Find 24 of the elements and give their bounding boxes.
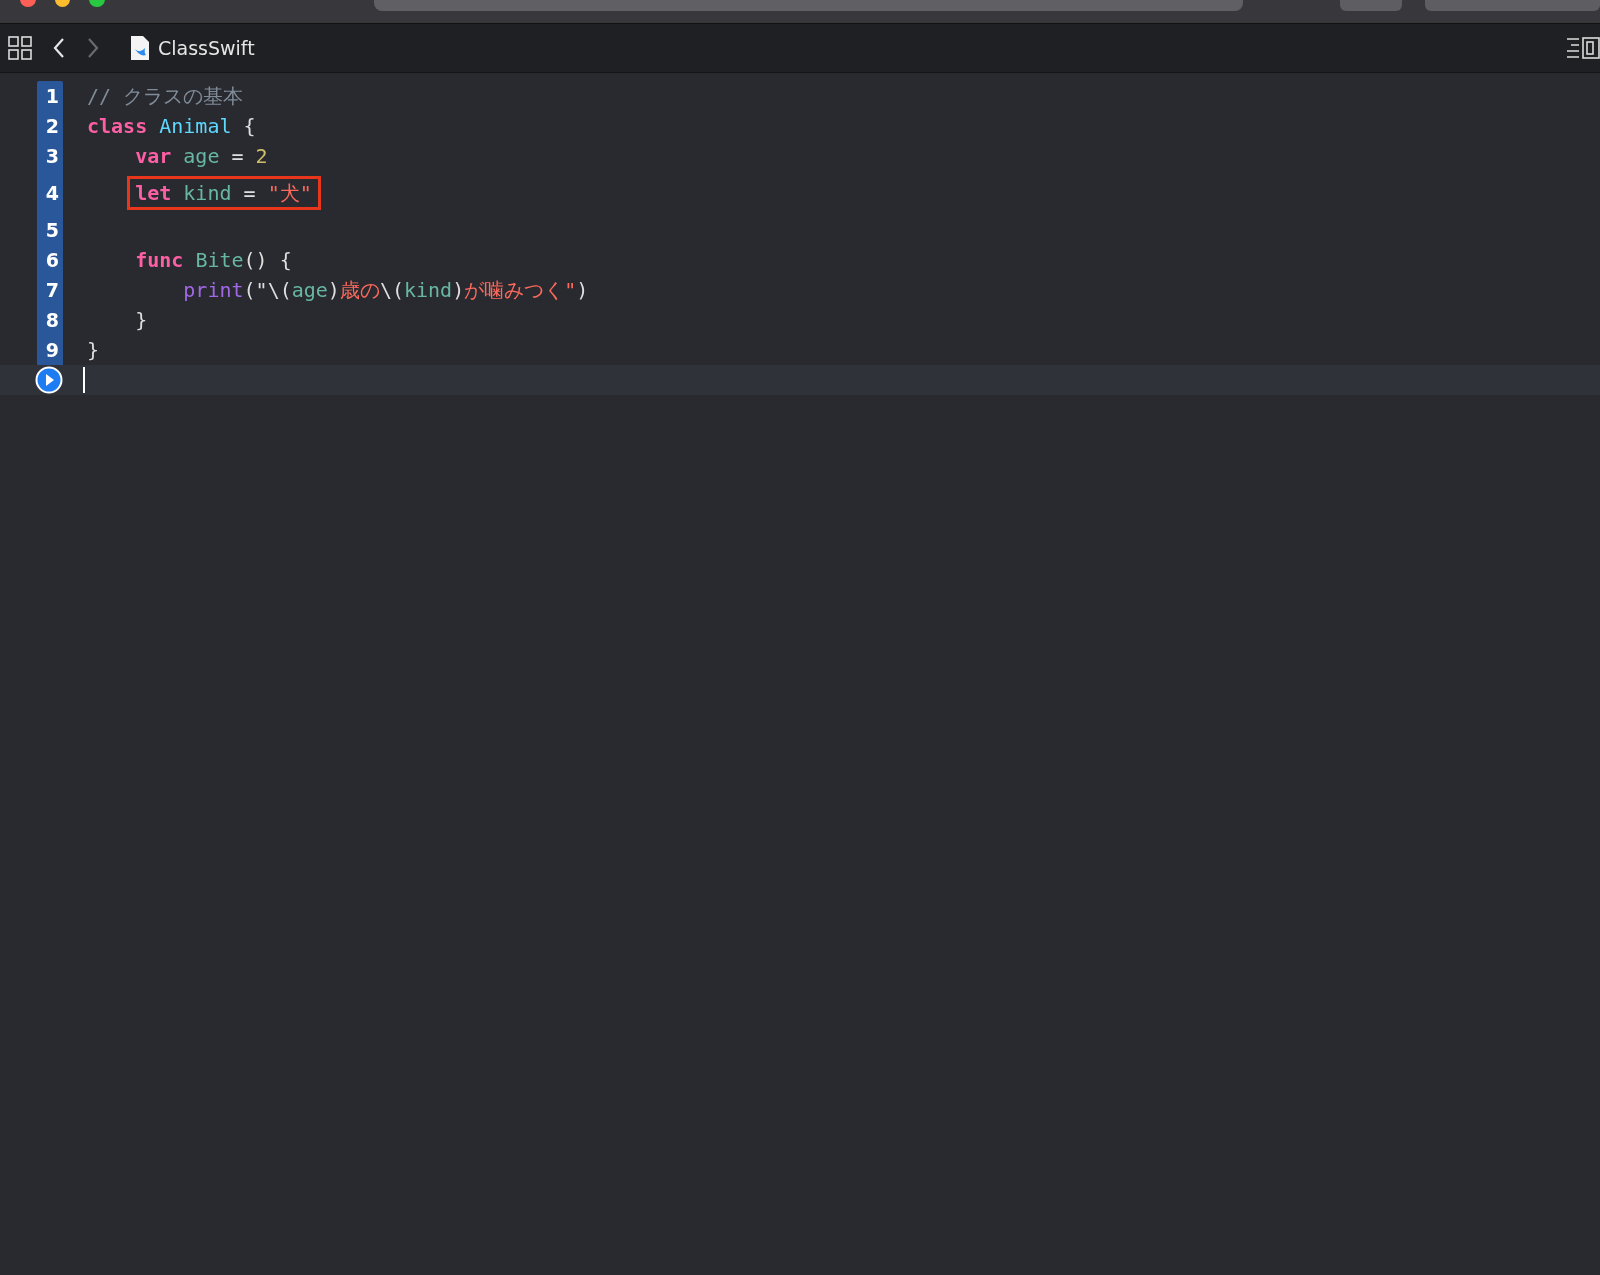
editor-layout-icon[interactable] xyxy=(1566,36,1600,60)
line-number: 6 xyxy=(44,249,60,271)
line-number: 9 xyxy=(44,339,60,361)
code-line: print("\(age)歳の\(kind)が噛みつく") xyxy=(182,277,589,304)
code-line: } xyxy=(134,307,148,334)
grid-icon[interactable] xyxy=(8,36,32,60)
code-line: func Bite() { xyxy=(134,247,292,274)
text-cursor xyxy=(83,367,85,393)
forward-chevron-icon[interactable] xyxy=(86,37,100,59)
line-number: 3 xyxy=(44,145,60,167)
line-number: 4 xyxy=(44,182,60,204)
line-number: 1 xyxy=(44,85,60,107)
run-play-icon[interactable] xyxy=(35,366,63,394)
line-number: 7 xyxy=(44,279,60,301)
code-line: } xyxy=(87,337,100,364)
line-number: 8 xyxy=(44,309,60,331)
line-number: 2 xyxy=(44,115,60,137)
swift-file-icon xyxy=(130,35,150,61)
code-line: // クラスの基本 xyxy=(87,83,244,110)
back-chevron-icon[interactable] xyxy=(52,37,66,59)
file-name[interactable]: ClassSwift xyxy=(158,37,255,59)
code-line: class Animal { xyxy=(87,113,256,140)
line-number: 5 xyxy=(44,219,60,241)
code-line: var age = 2 xyxy=(134,143,268,170)
